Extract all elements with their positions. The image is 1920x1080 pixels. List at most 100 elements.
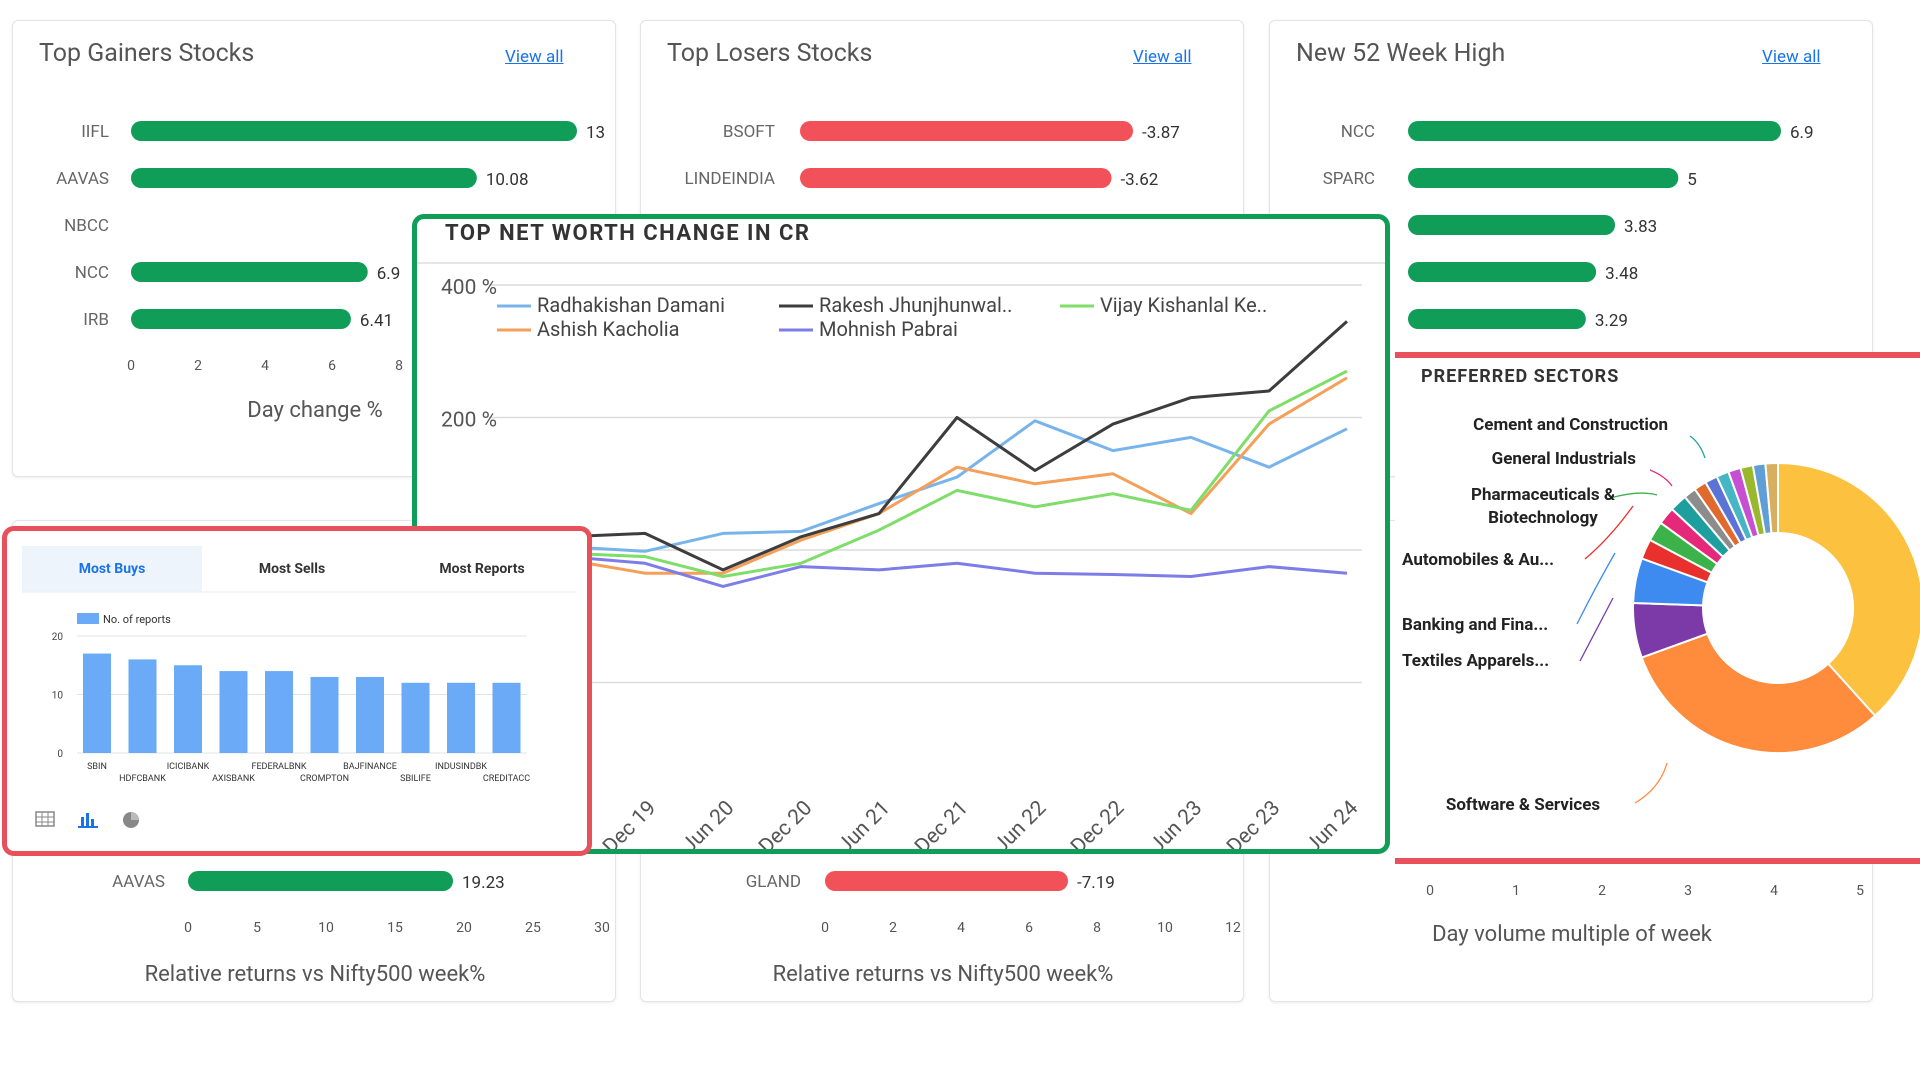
sector-label: Pharmaceuticals & [1471, 485, 1615, 505]
tick-label: 30 [594, 920, 610, 936]
x-axis-title: Relative returns vs Nifty500 week% [145, 962, 486, 987]
bar [1408, 168, 1679, 188]
tick-label: 4 [1770, 883, 1778, 899]
y-tick-label: 200 % [441, 409, 497, 433]
sector-label: Software & Services [1446, 795, 1601, 815]
category-label: IIFL [81, 122, 109, 142]
sector-label: Biotechnology [1488, 508, 1598, 528]
bar [1408, 215, 1616, 235]
value-label: 5 [1687, 170, 1697, 190]
tick-label: 2 [194, 358, 202, 374]
x-tick-label: INDUSINDBK [435, 762, 487, 772]
tick-label: 2 [1598, 883, 1606, 899]
tick-label: 2 [889, 920, 897, 936]
x-tick-label: ICICIBANK [167, 762, 210, 772]
category-label: NBCC [64, 216, 109, 236]
value-label: 6.9 [1790, 123, 1814, 143]
tick-label: 0 [821, 920, 829, 936]
value-label: 10.08 [486, 170, 529, 190]
x-tick-label: BAJFINANCE [343, 762, 397, 772]
tick-label: 5 [253, 920, 261, 936]
leader-line [1649, 469, 1673, 487]
tick-label: 12 [1225, 920, 1241, 936]
y-tick-label: 10 [52, 691, 64, 702]
bar [492, 682, 521, 753]
category-label: NCC [1341, 122, 1375, 142]
leader-line [1609, 492, 1658, 499]
x-tick-label: Jun 21 [833, 796, 895, 849]
x-tick-label: Jun 23 [1145, 796, 1207, 849]
bar [131, 309, 351, 329]
tick-label: 0 [184, 920, 192, 936]
tick-label: 25 [525, 920, 541, 936]
bar-chart-icon[interactable] [77, 810, 99, 832]
x-axis-title: Day volume multiple of week [1432, 922, 1713, 947]
value-label: 13 [586, 123, 605, 143]
y-tick-label: 0 [57, 749, 63, 760]
bar [447, 682, 475, 753]
bar [128, 659, 157, 753]
bar [1408, 121, 1781, 141]
value-label: -3.87 [1142, 123, 1180, 143]
pie-chart-icon[interactable] [121, 810, 141, 834]
reports-panel: Most Buys Most Sells Most Reports No. of… [2, 526, 592, 856]
category-label: SPARC [1323, 169, 1375, 189]
x-tick-label: CREDITACC [483, 774, 530, 784]
legend-label: Ashish Kacholia [537, 317, 679, 341]
bar [800, 121, 1133, 141]
category-label: IRB [83, 310, 109, 330]
tick-label: 3 [1684, 883, 1692, 899]
category-label: LINDEINDIA [685, 169, 776, 189]
tick-label: 20 [456, 920, 472, 936]
x-tick-label: Jun 20 [677, 796, 739, 849]
series-line [488, 419, 1348, 553]
legend-label: Mohnish Pabrai [819, 317, 958, 341]
legend-label: Radhakishan Damani [537, 293, 725, 317]
y-tick-label: 20 [52, 632, 64, 643]
bar [1408, 262, 1597, 282]
x-tick-label: Dec 19 [598, 796, 661, 849]
value-label: -3.62 [1120, 170, 1158, 190]
tick-label: 4 [957, 920, 965, 936]
bar [131, 168, 477, 188]
x-tick-label: Jun 24 [1301, 796, 1363, 849]
category-label: NCC [75, 263, 109, 283]
tick-label: 0 [127, 358, 135, 374]
x-tick-label: HDFCBANK [119, 774, 166, 784]
value-label: 3.48 [1605, 264, 1638, 284]
bar [1408, 309, 1586, 329]
legend-label: No. of reports [103, 613, 171, 626]
category-label: GLAND [746, 872, 801, 892]
x-tick-label: Dec 22 [1066, 796, 1129, 849]
x-tick-label: SBILIFE [400, 774, 431, 784]
value-label: 3.83 [1624, 217, 1657, 237]
sectors-donut-chart: Cement and Construction General Industria… [1402, 415, 1920, 815]
bar [310, 676, 339, 753]
value-label: 3.29 [1595, 311, 1628, 331]
tick-label: 4 [261, 358, 269, 374]
series-line [488, 369, 1348, 578]
category-label: BSOFT [723, 122, 775, 142]
bar [356, 676, 384, 753]
tick-label: 8 [395, 358, 403, 374]
leader-line [1689, 435, 1706, 459]
category-label: AAVAS [112, 872, 165, 892]
x-tick-label: CROMPTON [300, 774, 349, 784]
series-line [488, 320, 1348, 572]
x-tick-label: AXISBANK [212, 774, 255, 784]
sector-label: Automobiles & Au... [1402, 550, 1554, 570]
sector-label: Textiles Apparels... [1402, 651, 1549, 671]
sector-label: Cement and Construction [1473, 415, 1668, 435]
sector-label: General Industrials [1492, 449, 1637, 469]
value-label: 6.9 [377, 264, 401, 284]
table-icon[interactable] [35, 811, 55, 831]
bar [83, 653, 111, 753]
y-tick-label: 400 % [441, 276, 497, 300]
bar [174, 665, 202, 753]
x-tick-label: SBIN [87, 762, 107, 772]
tick-label: 15 [387, 920, 403, 936]
bar [800, 168, 1112, 188]
legend-label: Vijay Kishanlal Ke.. [1100, 293, 1267, 317]
bar [188, 871, 453, 891]
tick-label: 8 [1093, 920, 1101, 936]
